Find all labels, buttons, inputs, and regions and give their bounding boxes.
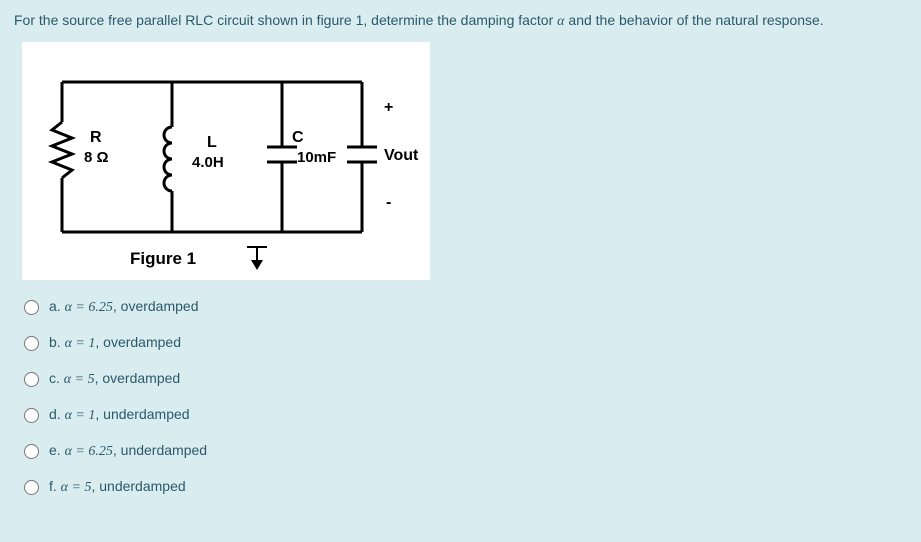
option-f[interactable]: f. α = 5, underdamped: [24, 478, 907, 496]
option-c-label: c. α = 5, overdamped: [49, 370, 180, 388]
option-c[interactable]: c. α = 5, overdamped: [24, 370, 907, 388]
c-label: C: [292, 129, 304, 146]
letter: c.: [49, 370, 60, 386]
radio-e[interactable]: [24, 444, 39, 459]
radio-d[interactable]: [24, 408, 39, 423]
l-value: 4.0H: [192, 154, 224, 171]
radio-f[interactable]: [24, 480, 39, 495]
options-list: a. α = 6.25, overdamped b. α = 1, overda…: [24, 298, 907, 496]
r-value: 8 Ω: [84, 149, 109, 166]
radio-a[interactable]: [24, 300, 39, 315]
circuit-diagram: R 8 Ω L 4.0H C 10mF Vout + - Figure 1: [22, 42, 430, 280]
radio-b[interactable]: [24, 336, 39, 351]
question-text: For the source free parallel RLC circuit…: [14, 12, 907, 30]
plus-label: +: [384, 99, 393, 116]
option-a-label: a. α = 6.25, overdamped: [49, 298, 198, 316]
letter: f.: [49, 478, 57, 494]
question-prefix: For the source free parallel RLC circuit…: [14, 12, 557, 28]
question-alpha: α: [557, 14, 564, 29]
letter: b.: [49, 334, 61, 350]
alpha-expr: α = 1: [65, 408, 96, 423]
option-b[interactable]: b. α = 1, overdamped: [24, 334, 907, 352]
alpha-expr: α = 1: [65, 336, 96, 351]
figure-label: Figure 1: [130, 249, 196, 268]
figure-box: R 8 Ω L 4.0H C 10mF Vout + - Figure 1: [22, 42, 430, 280]
c-value: 10mF: [297, 149, 336, 166]
letter: e.: [49, 442, 61, 458]
minus-label: -: [386, 194, 391, 211]
option-a[interactable]: a. α = 6.25, overdamped: [24, 298, 907, 316]
option-f-label: f. α = 5, underdamped: [49, 478, 186, 496]
behavior: , overdamped: [113, 298, 199, 314]
option-d-label: d. α = 1, underdamped: [49, 406, 190, 424]
behavior: , overdamped: [95, 370, 181, 386]
behavior: , underdamped: [95, 406, 189, 422]
alpha-expr: α = 6.25: [65, 444, 113, 459]
option-d[interactable]: d. α = 1, underdamped: [24, 406, 907, 424]
alpha-expr: α = 5: [61, 480, 92, 495]
r-label: R: [90, 129, 102, 146]
letter: d.: [49, 406, 61, 422]
question-suffix: and the behavior of the natural response…: [565, 12, 824, 28]
behavior: , underdamped: [113, 442, 207, 458]
alpha-expr: α = 5: [64, 372, 95, 387]
option-e[interactable]: e. α = 6.25, underdamped: [24, 442, 907, 460]
alpha-expr: α = 6.25: [65, 300, 113, 315]
radio-c[interactable]: [24, 372, 39, 387]
option-e-label: e. α = 6.25, underdamped: [49, 442, 207, 460]
behavior: , underdamped: [91, 478, 185, 494]
behavior: , overdamped: [95, 334, 181, 350]
option-b-label: b. α = 1, overdamped: [49, 334, 181, 352]
vout-label: Vout: [384, 147, 419, 164]
l-label: L: [207, 134, 217, 151]
letter: a.: [49, 298, 61, 314]
